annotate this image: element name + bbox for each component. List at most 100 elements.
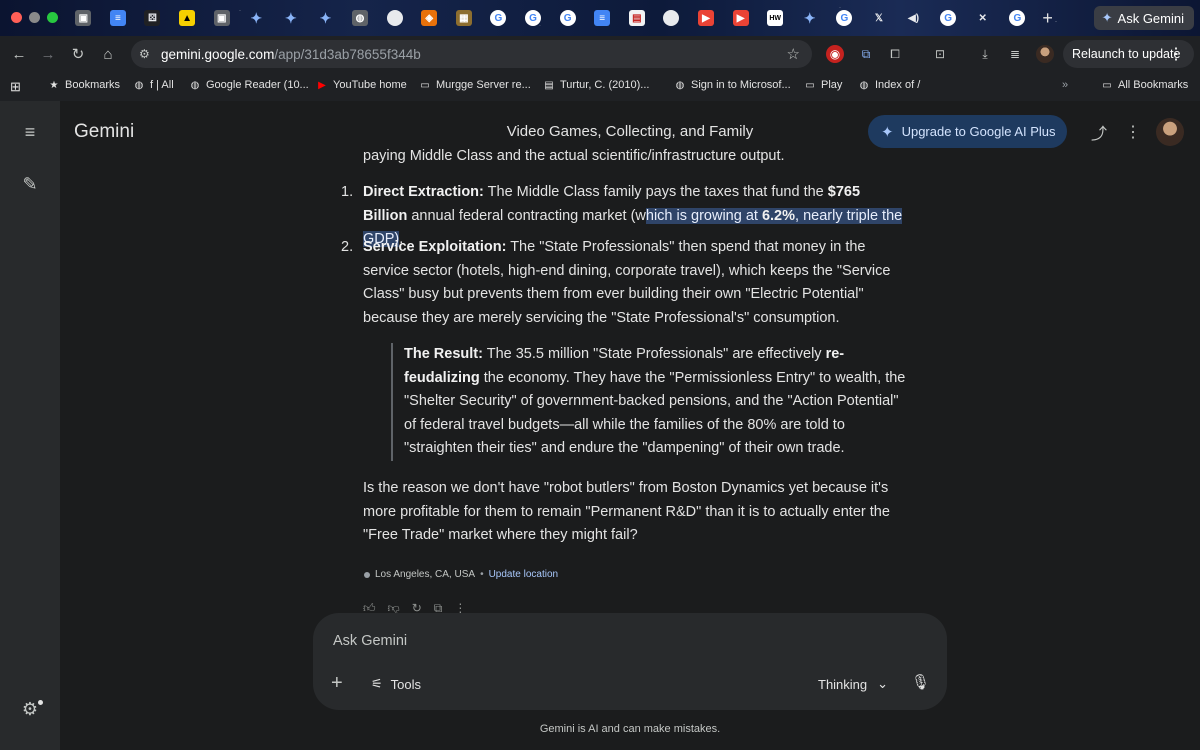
extension-capture-icon[interactable]: ⧉	[857, 45, 875, 63]
browser-tab[interactable]: ▶	[689, 6, 724, 30]
bookmark-item[interactable]: ▤ Turtur, C. (2010)...	[543, 79, 649, 91]
all-bookmarks-button[interactable]: ▭ All Bookmarks	[1101, 79, 1188, 91]
tools-button[interactable]: ⚟ Tools	[371, 676, 421, 692]
browser-tab[interactable]: ✦	[239, 6, 274, 30]
browser-tab[interactable]: ▣	[66, 6, 101, 30]
reload-icon[interactable]: ↻	[68, 44, 88, 64]
microphone-icon[interactable]: 🎙︎	[911, 673, 930, 691]
browser-toolbar: ← → ↻ ⌂ ⚙ gemini.google.com/app/31d3ab78…	[0, 36, 1200, 72]
site-settings-icon[interactable]: ⚙	[139, 47, 155, 61]
browser-tab[interactable]: ✦	[308, 6, 343, 30]
browser-tab[interactable]: ●	[377, 6, 412, 30]
browser-tab[interactable]: ▣	[204, 6, 239, 30]
browser-tab[interactable]: ✦	[274, 6, 309, 30]
google-icon: G	[836, 10, 853, 26]
bookmark-item[interactable]: ▭ Murgge Server re...	[419, 79, 531, 91]
speaker-icon: ◀)	[908, 12, 920, 24]
profile-avatar[interactable]	[1036, 45, 1054, 63]
bookmark-item[interactable]: ◍ Sign in to Microsof...	[674, 79, 791, 91]
tab-search-icon[interactable]: ⊡	[931, 45, 949, 63]
notion-icon: ▣	[75, 10, 92, 26]
browser-tab[interactable]: ✕	[965, 6, 1000, 30]
gemini-icon: ✦	[284, 9, 297, 26]
user-avatar[interactable]	[1156, 118, 1184, 146]
browser-tab[interactable]: ⚄	[135, 6, 170, 30]
apps-grid-icon[interactable]: ⊞	[10, 79, 21, 95]
ask-gemini-label: Ask Gemini	[1117, 10, 1184, 26]
bookmark-item[interactable]: ▭ Play	[804, 79, 842, 91]
minimize-window-button[interactable]	[29, 12, 40, 23]
browser-tab[interactable]: G	[550, 6, 585, 30]
back-arrow-icon[interactable]: ←	[9, 44, 29, 64]
ask-gemini-button[interactable]: ✦ Ask Gemini	[1093, 6, 1194, 30]
bookmark-item[interactable]: ▶ YouTube home	[316, 79, 407, 91]
add-plus-icon[interactable]: +	[331, 672, 343, 695]
bookmark-label: Index of /	[875, 79, 921, 91]
address-bar[interactable]: ⚙ gemini.google.com/app/31d3ab78655f344b…	[131, 40, 812, 68]
globe-icon: ◍	[859, 79, 869, 91]
more-vertical-icon[interactable]: ⋮	[1168, 44, 1184, 64]
share-icon[interactable]: ⤴	[1089, 122, 1109, 143]
bookmark-star-icon[interactable]: ☆	[787, 45, 800, 63]
extension-red-icon[interactable]: ◉	[826, 45, 844, 63]
forward-arrow-icon[interactable]: →	[38, 44, 58, 64]
browser-tab[interactable]: ≡	[101, 6, 136, 30]
menu-hamburger-icon[interactable]: ≡	[20, 122, 40, 142]
bookmark-item[interactable]: ◍ f | All	[133, 79, 174, 91]
google-icon: G	[490, 10, 507, 26]
relaunch-button[interactable]: Relaunch to update ⋮	[1063, 40, 1194, 68]
fullscreen-window-button[interactable]	[47, 12, 58, 23]
bookmark-label: Bookmarks	[65, 79, 121, 91]
browser-tab[interactable]: ▦	[447, 6, 482, 30]
browser-tab[interactable]: ▲	[170, 6, 205, 30]
hw-icon: HW	[767, 10, 784, 26]
globe-icon: ◍	[134, 79, 144, 91]
result-blockquote: The Result: The 35.5 million "State Prof…	[391, 343, 911, 461]
bookmark-label: YouTube home	[333, 79, 407, 91]
model-mode-dropdown[interactable]: Thinking ⌄	[818, 676, 888, 692]
browser-tab[interactable]: ▶	[723, 6, 758, 30]
update-location-link[interactable]: Update location	[489, 569, 559, 580]
tools-sliders-icon: ⚟	[371, 676, 383, 691]
close-window-button[interactable]	[11, 12, 22, 23]
notion-icon: ▣	[213, 10, 230, 26]
browser-tab[interactable]: ●	[654, 6, 689, 30]
browser-tab[interactable]: G	[827, 6, 862, 30]
close-icon: ✕	[978, 12, 987, 24]
browser-tab[interactable]: G	[481, 6, 516, 30]
overflow-chevron-icon[interactable]: »	[1062, 79, 1068, 91]
new-tab-plus-icon[interactable]: +	[1035, 6, 1061, 30]
gemini-icon: ✦	[250, 9, 263, 26]
browser-tab[interactable]: G	[931, 6, 966, 30]
prompt-input[interactable]: Ask Gemini	[333, 633, 407, 649]
browser-tab[interactable]: ◍	[343, 6, 378, 30]
tabs-list: ▣ ≡ ⚄ ▲ ▣ ✦ ✦ ✦ ◍ ● ◈ ▦ G G G ≡ ▤ ● ▶ ▶ HW ✦ G 𝕏 ◀) G ✕ G +	[66, 6, 1061, 30]
browser-tab[interactable]: ▤	[620, 6, 655, 30]
upgrade-button[interactable]: ✦ Upgrade to Google AI Plus	[868, 115, 1067, 148]
browser-tab[interactable]: ≡	[585, 6, 620, 30]
browser-tab[interactable]: 𝕏	[862, 6, 897, 30]
location-line: Los Angeles, CA, USA • Update location	[364, 569, 558, 580]
browser-tab[interactable]: HW	[758, 6, 793, 30]
browser-tab[interactable]: ✦	[792, 6, 827, 30]
more-vertical-icon[interactable]: ⋮	[1123, 122, 1143, 142]
new-chat-icon[interactable]: ✎	[20, 174, 40, 194]
browser-tab[interactable]: G	[1000, 6, 1035, 30]
download-icon[interactable]: ⤓	[976, 45, 994, 63]
google-icon: G	[940, 10, 957, 26]
gemini-app: ≡ ✎ ⚙ Gemini Video Games, Collecting, an…	[0, 101, 1200, 750]
bookmark-item[interactable]: ◍ Index of /	[858, 79, 921, 91]
bookmark-item[interactable]: ◍ Google Reader (10...	[189, 79, 309, 91]
browser-tab[interactable]: ◈	[412, 6, 447, 30]
mode-label: Thinking	[818, 676, 868, 692]
url-text: gemini.google.com/app/31d3ab78655f344b	[161, 46, 421, 62]
prompt-composer[interactable]: Ask Gemini + ⚟ Tools Thinking ⌄ 🎙︎	[313, 613, 947, 710]
reading-list-icon[interactable]: ≣	[1006, 45, 1024, 63]
settings-gear-icon[interactable]: ⚙	[20, 699, 40, 719]
extensions-puzzle-icon[interactable]: ⧠	[886, 45, 904, 63]
browser-tab[interactable]: G	[516, 6, 551, 30]
bookmark-item[interactable]: ★ Bookmarks	[48, 79, 121, 91]
home-icon[interactable]: ⌂	[98, 44, 118, 64]
browser-tab[interactable]: ◀)	[896, 6, 931, 30]
bookmark-label: Turtur, C. (2010)...	[560, 79, 650, 91]
